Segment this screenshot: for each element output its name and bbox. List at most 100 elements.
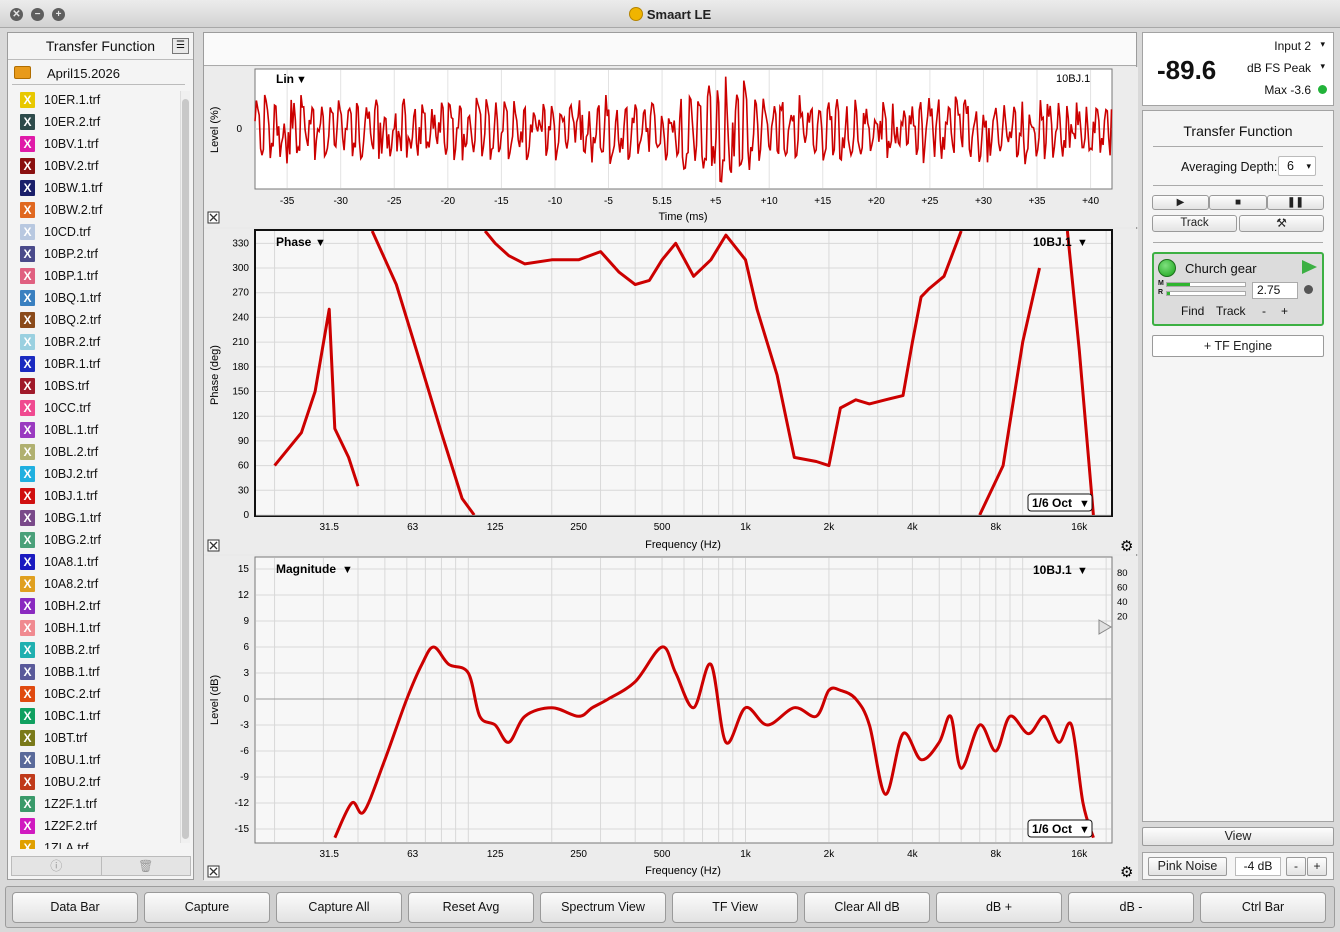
delay-field[interactable]: 2.75 (1252, 282, 1298, 299)
file-item[interactable]: X 10A8.1.trf (18, 551, 178, 573)
file-item[interactable]: X 10BV.2.trf (18, 155, 178, 177)
file-sidebar: Transfer Function ☰ April15.2026 X 10ER.1… (7, 32, 194, 880)
engine-run-icon[interactable] (1302, 260, 1317, 274)
phase-dropdown-arrow-icon[interactable]: ▼ (315, 237, 326, 249)
input-dropdown-icon[interactable]: ▾ (1320, 39, 1325, 50)
file-item[interactable]: X 10BC.1.trf (18, 705, 178, 727)
file-item[interactable]: X 10CD.trf (18, 221, 178, 243)
file-name: 10BL.1.trf (44, 423, 99, 437)
bottom-button-db-[interactable]: dB + (936, 892, 1062, 923)
file-name: 10BP.2.trf (44, 247, 98, 261)
file-item[interactable]: X 10BR.2.trf (18, 331, 178, 353)
file-item[interactable]: X 10ER.2.trf (18, 111, 178, 133)
scrollbar-thumb[interactable] (182, 99, 189, 839)
meter-mode-select[interactable]: dB FS Peak (1247, 61, 1311, 75)
generator-level-field[interactable]: -4 dB (1235, 857, 1281, 876)
file-item[interactable]: X 10BU.1.trf (18, 749, 178, 771)
pause-button[interactable]: ❚❚ (1267, 195, 1324, 210)
magnitude-title[interactable]: Magnitude (276, 562, 336, 576)
bottom-button-spectrum-view[interactable]: Spectrum View (540, 892, 666, 923)
bottom-button-capture-all[interactable]: Capture All (276, 892, 402, 923)
bottom-button-capture[interactable]: Capture (144, 892, 270, 923)
file-item[interactable]: X 10BS.trf (18, 375, 178, 397)
file-item[interactable]: X 10BB.1.trf (18, 661, 178, 683)
add-tf-engine-button[interactable]: + TF Engine (1152, 335, 1324, 357)
file-name: 10BG.2.trf (44, 533, 101, 547)
view-button[interactable]: View (1142, 827, 1334, 846)
file-item[interactable]: X 10BH.2.trf (18, 595, 178, 617)
tools-icon[interactable]: ⚒ (1239, 215, 1324, 232)
file-item[interactable]: X 10BC.2.trf (18, 683, 178, 705)
generator-level-up-button[interactable]: + (1307, 857, 1327, 876)
file-item[interactable]: X 1Z2F.2.trf (18, 815, 178, 837)
mode-dropdown-icon[interactable]: ▾ (1320, 61, 1325, 72)
file-item[interactable]: X 10BJ.2.trf (18, 463, 178, 485)
find-delay-button[interactable]: Find (1181, 304, 1204, 318)
file-item[interactable]: X 10BU.2.trf (18, 771, 178, 793)
file-item[interactable]: X 10BH.1.trf (18, 617, 178, 639)
file-item[interactable]: X 10BL.1.trf (18, 419, 178, 441)
magnitude-settings-gear-icon[interactable]: ⚙ (1120, 864, 1133, 881)
file-item[interactable]: X 10BW.1.trf (18, 177, 178, 199)
freq-tick-label: 63 (407, 849, 419, 860)
pink-noise-button[interactable]: Pink Noise (1148, 857, 1227, 876)
engine-active-led[interactable] (1158, 259, 1176, 277)
bottom-button-clear-all-db[interactable]: Clear All dB (804, 892, 930, 923)
averaging-depth-select[interactable]: 6 ▾ (1278, 156, 1316, 176)
file-item[interactable]: X 10BG.2.trf (18, 529, 178, 551)
freq-tick-label: 63 (407, 522, 419, 533)
sidebar-scrollbar[interactable] (180, 91, 190, 843)
delay-minus-button[interactable]: - (1262, 304, 1266, 318)
file-item[interactable]: X 10BJ.1.trf (18, 485, 178, 507)
magnitude-plot-frame[interactable] (254, 556, 1113, 844)
play-button[interactable]: ▶ (1152, 195, 1209, 210)
file-item[interactable]: X 10BQ.2.trf (18, 309, 178, 331)
impulse-mode-label[interactable]: Lin (276, 72, 294, 86)
file-item[interactable]: X 1Z2F.1.trf (18, 793, 178, 815)
file-item[interactable]: X 10BL.2.trf (18, 441, 178, 463)
stop-button[interactable]: ■ (1209, 195, 1267, 210)
file-item[interactable]: X 10ER.1.trf (18, 89, 178, 111)
freq-tick-label: 8k (991, 522, 1003, 533)
phase-settings-gear-icon[interactable]: ⚙ (1120, 538, 1133, 555)
magnitude-dropdown-arrow-icon[interactable]: ▼ (342, 564, 353, 576)
file-item[interactable]: X 10BQ.1.trf (18, 287, 178, 309)
file-item[interactable]: X 10BP.1.trf (18, 265, 178, 287)
meter-r-label: R (1158, 289, 1164, 296)
time-tick-label: -10 (548, 196, 563, 207)
file-item[interactable]: X 10BW.2.trf (18, 199, 178, 221)
track-delay-button[interactable]: Track (1216, 304, 1246, 318)
file-item[interactable]: X 10BG.1.trf (18, 507, 178, 529)
magnitude-trace-arrow-icon[interactable]: ▼ (1077, 565, 1088, 577)
delay-plus-button[interactable]: + (1281, 304, 1288, 318)
phase-title[interactable]: Phase (276, 235, 312, 249)
file-item[interactable]: X 10BR.1.trf (18, 353, 178, 375)
trash-icon[interactable]: 🗑 (100, 857, 191, 875)
bottom-button-ctrl-bar[interactable]: Ctrl Bar (1200, 892, 1326, 923)
phase-plot-frame[interactable] (254, 229, 1113, 517)
phase-trace-arrow-icon[interactable]: ▼ (1077, 237, 1088, 249)
file-item[interactable]: X 10CC.trf (18, 397, 178, 419)
sidebar-menu-icon[interactable]: ☰ (172, 38, 189, 54)
meter-input-select[interactable]: Input 2 (1274, 39, 1311, 53)
file-item[interactable]: X 10BP.2.trf (18, 243, 178, 265)
file-item[interactable]: X 10BB.2.trf (18, 639, 178, 661)
trf-file-icon: X (20, 180, 35, 196)
bottom-button-tf-view[interactable]: TF View (672, 892, 798, 923)
file-item[interactable]: X 10BT.trf (18, 727, 178, 749)
impulse-mode-arrow-icon[interactable]: ▼ (296, 74, 307, 86)
record-icon[interactable] (1304, 285, 1313, 294)
folder-row[interactable]: April15.2026 (12, 63, 185, 85)
bottom-button-data-bar[interactable]: Data Bar (12, 892, 138, 923)
phase-trace-label[interactable]: 10BJ.1 (1033, 235, 1072, 249)
bottom-button-reset-avg[interactable]: Reset Avg (408, 892, 534, 923)
magnitude-trace-label[interactable]: 10BJ.1 (1033, 563, 1072, 577)
tf-engine-church-gear[interactable]: Church gear M R 2.75 Find Track - + (1152, 252, 1324, 326)
track-button[interactable]: Track (1152, 215, 1237, 232)
info-icon[interactable]: ⓘ (12, 857, 101, 875)
file-item[interactable]: X 10A8.2.trf (18, 573, 178, 595)
file-item[interactable]: X 10BV.1.trf (18, 133, 178, 155)
generator-level-down-button[interactable]: - (1286, 857, 1306, 876)
bottom-button-db-[interactable]: dB - (1068, 892, 1194, 923)
file-item[interactable]: X 1ZLA.trf (18, 837, 178, 849)
